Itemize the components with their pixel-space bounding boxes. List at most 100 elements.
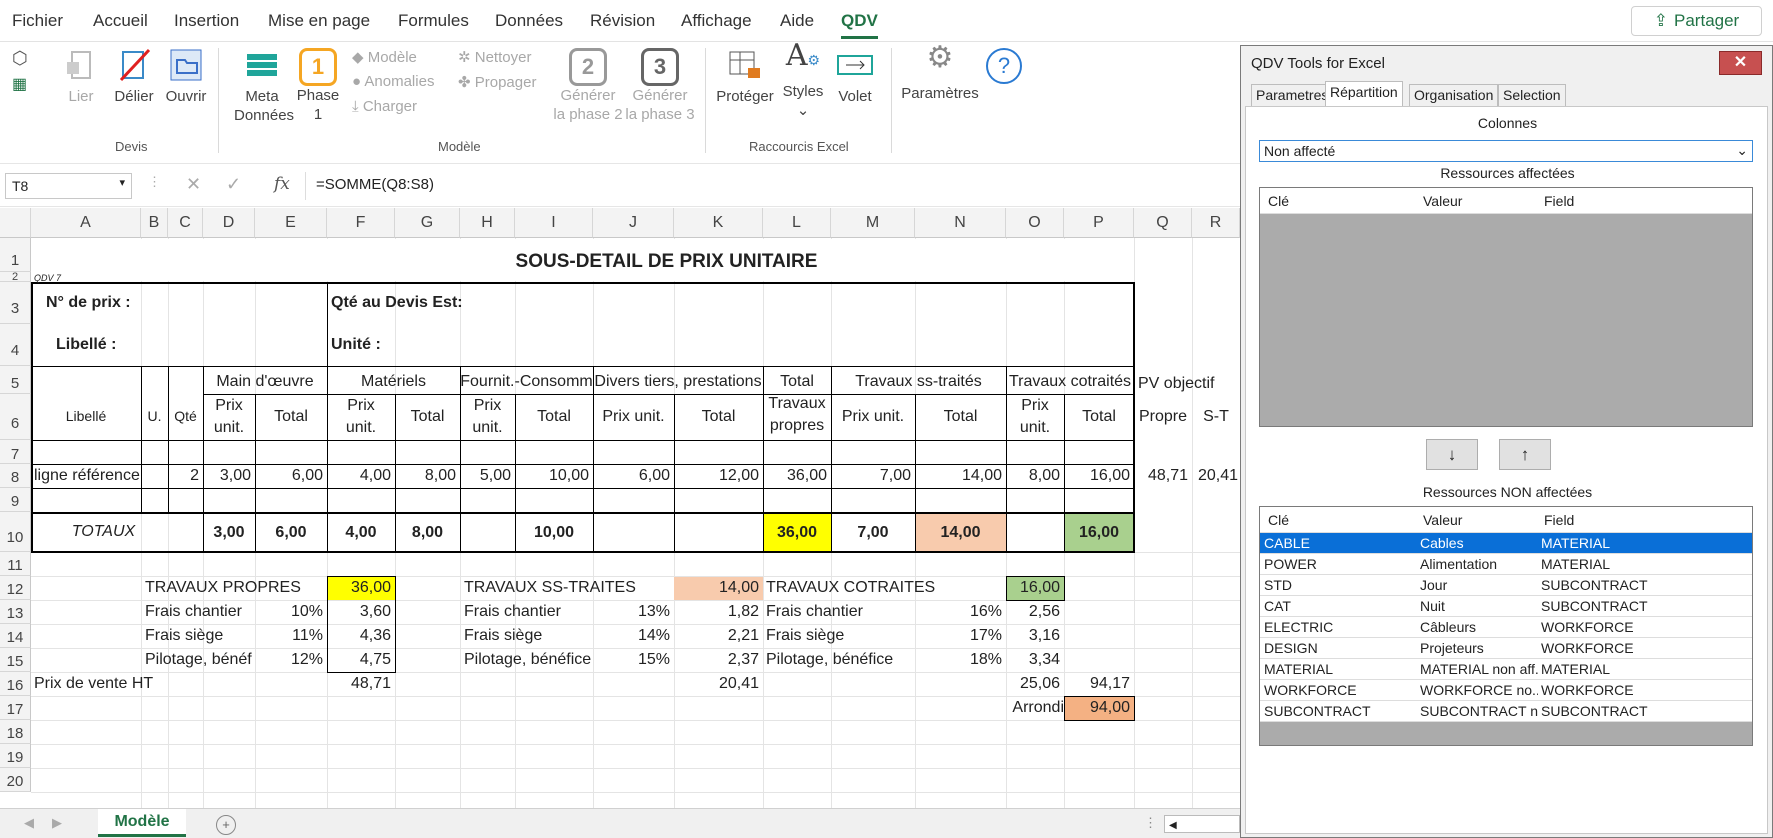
move-up-button[interactable]: ↑: [1499, 439, 1551, 470]
tp-value[interactable]: 3,60: [327, 602, 391, 622]
tp-pct[interactable]: 11%: [255, 626, 323, 646]
ts-value[interactable]: 2,37: [674, 650, 759, 670]
function-icon[interactable]: fx: [274, 174, 290, 194]
total-value[interactable]: 3,00: [203, 523, 255, 543]
table-row[interactable]: WORKFORCE WORKFORCE no... WORKFORCE: [1260, 680, 1752, 701]
row-header[interactable]: 2: [0, 272, 31, 283]
move-down-button[interactable]: ↓: [1426, 439, 1478, 470]
tc-value[interactable]: 2,56: [1006, 602, 1060, 622]
generer-phase3-button[interactable]: 3 Générer la phase 3: [622, 48, 698, 124]
cell-libelle[interactable]: ligne référence: [34, 466, 140, 486]
panel-close-button[interactable]: ✕: [1719, 51, 1762, 75]
modele-button[interactable]: ◆ Modèle: [352, 48, 417, 66]
total-value[interactable]: 4,00: [327, 523, 395, 543]
cancel-icon[interactable]: ✕: [186, 174, 201, 195]
tab-donnees[interactable]: Données: [495, 11, 563, 31]
total-value[interactable]: 7,00: [831, 523, 915, 543]
cell-value[interactable]: 16,00: [1064, 466, 1130, 486]
tab-scroll-right-icon[interactable]: ▶: [52, 815, 62, 831]
lier-button[interactable]: Lier: [60, 48, 102, 106]
propager-button[interactable]: ✤ Propager: [458, 73, 536, 91]
cell-value[interactable]: 4,00: [327, 466, 391, 486]
ts-value[interactable]: 14,00: [674, 578, 759, 598]
tp-value[interactable]: 4,75: [327, 650, 391, 670]
column-header[interactable]: N: [915, 208, 1006, 238]
column-header[interactable]: I: [515, 208, 593, 238]
tab-aide[interactable]: Aide: [780, 11, 814, 31]
cell-value[interactable]: 36,00: [763, 466, 827, 486]
formula-input[interactable]: =SOMME(Q8:S8): [316, 176, 434, 193]
delier-button[interactable]: Délier: [110, 48, 158, 106]
tab-scroll-left-icon[interactable]: ◀: [24, 815, 34, 831]
cell-value[interactable]: 5,00: [460, 466, 511, 486]
help-icon[interactable]: ?: [986, 48, 1022, 84]
column-header[interactable]: K: [674, 208, 763, 238]
table-row[interactable]: DESIGN Projeteurs WORKFORCE: [1260, 638, 1752, 659]
column-header[interactable]: B: [141, 208, 168, 238]
total-value[interactable]: 6,00: [255, 523, 327, 543]
row-header[interactable]: 18: [0, 720, 31, 744]
table-row[interactable]: CAT Nuit SUBCONTRACT: [1260, 596, 1752, 617]
table-row[interactable]: SUBCONTRACT SUBCONTRACT n... SUBCONTRACT: [1260, 701, 1752, 722]
panel-tab-repartition[interactable]: Répartition: [1325, 81, 1403, 107]
cell-value[interactable]: 2: [168, 466, 199, 486]
colonnes-dropdown[interactable]: Non affecté ⌄: [1259, 140, 1753, 162]
column-header[interactable]: Q: [1134, 208, 1192, 238]
table-row[interactable]: STD Jour SUBCONTRACT: [1260, 575, 1752, 596]
meta-donnees-button[interactable]: Meta Données: [234, 48, 294, 125]
ts-value[interactable]: 2,21: [674, 626, 759, 646]
cell-value[interactable]: 48,71: [1134, 466, 1188, 486]
row-header[interactable]: 9: [0, 488, 31, 512]
column-header[interactable]: O: [1006, 208, 1064, 238]
row-header[interactable]: 15: [0, 648, 31, 672]
ts-pct[interactable]: 13%: [593, 602, 670, 622]
total-value[interactable]: 10,00: [515, 523, 593, 543]
total-value[interactable]: 14,00: [915, 523, 1006, 543]
column-header[interactable]: G: [395, 208, 460, 238]
pv-total[interactable]: 94,17: [1064, 674, 1130, 694]
column-header[interactable]: M: [831, 208, 915, 238]
row-header[interactable]: 10: [0, 512, 31, 552]
generer-phase2-button[interactable]: 2 Générer la phase 2: [550, 48, 626, 124]
volet-button[interactable]: Volet: [832, 48, 878, 106]
parametres-button[interactable]: ⚙ Paramètres: [900, 43, 980, 103]
pv-value[interactable]: 20,41: [674, 674, 759, 694]
tab-fichier[interactable]: Fichier: [12, 11, 63, 31]
table-row[interactable]: MATERIAL MATERIAL non aff... MATERIAL: [1260, 659, 1752, 680]
row-header[interactable]: 12: [0, 576, 31, 600]
column-header[interactable]: A: [31, 208, 141, 238]
cell-value[interactable]: 6,00: [593, 466, 670, 486]
cell-value[interactable]: 10,00: [515, 466, 589, 486]
total-value[interactable]: 36,00: [763, 523, 831, 543]
tab-accueil[interactable]: Accueil: [93, 11, 148, 31]
column-header[interactable]: F: [327, 208, 395, 238]
phase1-button[interactable]: 1 Phase 1: [296, 48, 340, 124]
column-header[interactable]: L: [763, 208, 831, 238]
cell-value[interactable]: 20,41: [1192, 466, 1238, 486]
arrondi-value[interactable]: 94,00: [1064, 698, 1130, 718]
proteger-button[interactable]: Protéger: [714, 48, 776, 106]
panel-tab-parametres[interactable]: Parametres: [1251, 84, 1334, 106]
table-row[interactable]: CABLE Cables MATERIAL: [1260, 533, 1752, 554]
worksheet[interactable]: A B C D E F G H I J K L M N O P Q R 1 2 …: [0, 208, 1240, 808]
tab-mise-en-page[interactable]: Mise en page: [268, 11, 370, 31]
row-header[interactable]: 14: [0, 624, 31, 648]
styles-button[interactable]: A⚙ Styles ⌄: [780, 41, 826, 120]
column-header[interactable]: E: [255, 208, 327, 238]
tc-value[interactable]: 3,16: [1006, 626, 1060, 646]
tp-value[interactable]: 4,36: [327, 626, 391, 646]
row-header[interactable]: 17: [0, 696, 31, 720]
tab-revision[interactable]: Révision: [590, 11, 655, 31]
row-header[interactable]: 4: [0, 324, 31, 366]
row-header[interactable]: 13: [0, 600, 31, 624]
cell-value[interactable]: 6,00: [255, 466, 323, 486]
cell-value[interactable]: 14,00: [915, 466, 1002, 486]
ts-pct[interactable]: 14%: [593, 626, 670, 646]
nettoyer-button[interactable]: ✲ Nettoyer: [458, 48, 531, 66]
sheet-tab-modele[interactable]: Modèle: [98, 809, 186, 837]
tp-pct[interactable]: 10%: [255, 602, 323, 622]
tab-affichage[interactable]: Affichage: [681, 11, 752, 31]
cell-value[interactable]: 12,00: [674, 466, 759, 486]
tc-value[interactable]: 16,00: [1006, 578, 1060, 598]
tc-value[interactable]: 3,34: [1006, 650, 1060, 670]
